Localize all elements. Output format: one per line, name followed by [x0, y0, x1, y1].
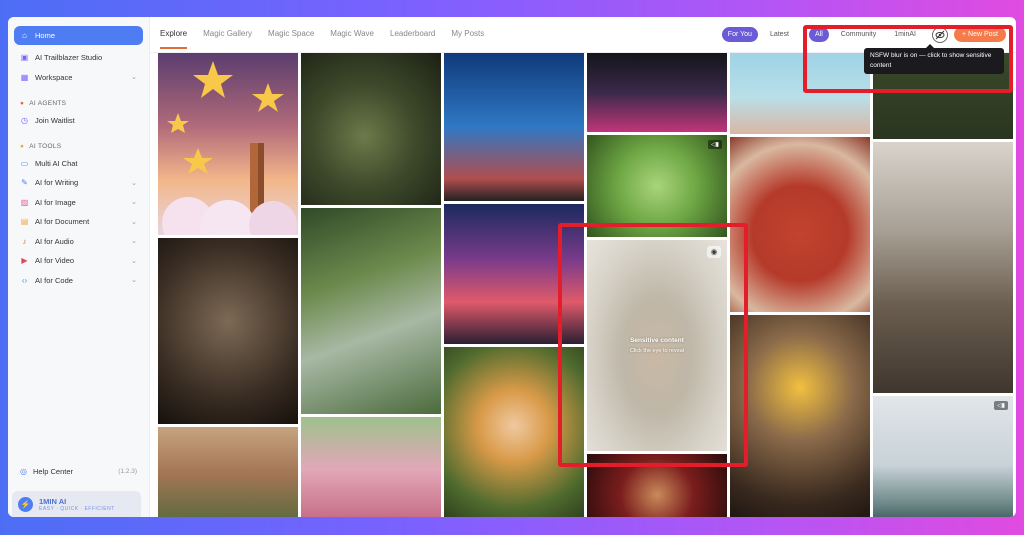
sidebar-item-label: AI for Audio: [35, 236, 74, 246]
gallery-image[interactable]: [730, 137, 870, 312]
sidebar-item-label: Workspace: [35, 72, 73, 82]
gallery-image[interactable]: [444, 53, 584, 201]
video-badge-icon: ◁▮: [708, 140, 722, 149]
help-label: Help Center: [32, 466, 74, 476]
chevron-down-icon: ⌄: [131, 257, 137, 265]
workspace-icon: ▦: [20, 72, 29, 82]
sidebar-item-label: AI for Code: [35, 275, 73, 285]
tab-leaderboard[interactable]: Leaderboard: [390, 20, 435, 49]
sidebar-item-ai-video[interactable]: ▶ AI for Video ⌄: [14, 251, 143, 270]
gallery-image[interactable]: ◁▮: [587, 135, 727, 237]
sidebar-item-home[interactable]: ⌂ Home: [14, 26, 143, 45]
sidebar-item-label: AI for Image: [35, 197, 76, 207]
section-label: AI AGENTS: [29, 99, 67, 107]
gallery-image[interactable]: ◁▮: [873, 396, 1013, 517]
sidebar-item-label: AI for Video: [35, 256, 75, 265]
tab-my-posts[interactable]: My Posts: [451, 20, 484, 49]
brand-logo-icon: ⚡: [18, 496, 33, 512]
sidebar-item-join-waitlist[interactable]: ◷ Join Waitlist: [14, 111, 143, 130]
sidebar-item-ai-writing[interactable]: ✎ AI for Writing ⌄: [14, 173, 143, 192]
tools-icon: ●: [20, 142, 25, 150]
main-content: Explore Magic Gallery Magic Space Magic …: [150, 17, 1016, 517]
tab-explore[interactable]: Explore: [160, 20, 188, 49]
tab-magic-gallery[interactable]: Magic Gallery: [203, 20, 252, 49]
home-icon: ⌂: [22, 31, 27, 40]
sidebar-item-label: AI Trailblazer Studio: [35, 53, 103, 62]
chevron-down-icon: ⌄: [131, 277, 137, 284]
clock-icon: ◷: [21, 115, 28, 125]
gallery-image[interactable]: [158, 53, 298, 235]
sidebar-item-ai-code[interactable]: ‹› AI for Code ⌄: [14, 271, 143, 290]
video-icon: ▶: [21, 256, 28, 265]
sidebar-item-ai-image[interactable]: ▨ AI for Image ⌄: [14, 193, 143, 212]
sidebar-item-multi-ai-chat[interactable]: ▭ Multi AI Chat: [14, 154, 143, 173]
chevron-down-icon: ⌄: [131, 179, 137, 187]
section-ai-agents: ● AI AGENTS: [14, 96, 143, 111]
brand-name: 1MIN AI: [39, 496, 67, 506]
highlight-sensitive-tile: [558, 223, 748, 467]
sidebar: ⌂ Home ▣ AI Trailblazer Studio ▦ Workspa…: [8, 17, 150, 517]
help-center[interactable]: ◎ Help Center (1.2.3): [14, 463, 143, 479]
sidebar-item-studio[interactable]: ▣ AI Trailblazer Studio: [14, 48, 143, 67]
sidebar-item-workspace[interactable]: ▦ Workspace ⌄: [14, 68, 143, 87]
agents-icon: ●: [20, 99, 25, 107]
code-icon: ‹›: [21, 275, 28, 285]
sidebar-item-label: Join Waitlist: [35, 115, 75, 125]
for-you-toggle[interactable]: For You: [721, 27, 758, 42]
chevron-down-icon: ⌄: [131, 199, 137, 206]
chevron-down-icon: ⌄: [131, 74, 137, 81]
tab-bar: Explore Magic Gallery Magic Space Magic …: [160, 20, 484, 49]
gallery-image[interactable]: [730, 315, 870, 517]
sidebar-item-ai-document[interactable]: ▤ AI for Document ⌄: [14, 212, 143, 231]
stars-artwork: [162, 61, 297, 235]
highlight-nsfw-toggle: [803, 25, 1013, 93]
section-label: AI TOOLS: [29, 142, 62, 150]
tab-magic-space[interactable]: Magic Space: [268, 20, 314, 49]
chevron-down-icon: ⌄: [131, 238, 137, 245]
video-badge-icon: ◁▮: [994, 401, 1008, 410]
gallery-image[interactable]: [873, 142, 1013, 393]
gallery-image[interactable]: [158, 427, 298, 517]
image-icon: ▨: [20, 197, 29, 207]
gallery-image[interactable]: [587, 53, 727, 132]
sidebar-item-label: AI for Writing: [35, 178, 79, 187]
help-icon: ◎: [20, 466, 27, 476]
gallery-image[interactable]: [158, 238, 298, 424]
sidebar-item-label: Home: [35, 31, 56, 40]
gallery-image[interactable]: [301, 53, 441, 205]
section-ai-tools: ● AI TOOLS: [14, 139, 143, 154]
audio-icon: ♪: [22, 236, 27, 246]
brand-tagline: EASY · QUICK · EFFICIENT: [39, 505, 115, 512]
sidebar-item-ai-audio[interactable]: ♪ AI for Audio ⌄: [14, 232, 143, 251]
chevron-down-icon: ⌄: [131, 218, 137, 226]
tab-magic-wave[interactable]: Magic Wave: [330, 20, 374, 49]
version-label: (1.2.3): [118, 467, 137, 475]
chat-icon: ▭: [20, 158, 29, 168]
app-window: ⌂ Home ▣ AI Trailblazer Studio ▦ Workspa…: [8, 17, 1016, 517]
gallery-image[interactable]: [301, 417, 441, 517]
brand-card[interactable]: ⚡ 1MIN AI EASY · QUICK · EFFICIENT: [12, 491, 141, 517]
document-icon: ▤: [20, 217, 29, 226]
writing-icon: ✎: [21, 178, 28, 187]
sidebar-item-label: Multi AI Chat: [35, 158, 78, 168]
sidebar-item-label: AI for Document: [35, 217, 90, 226]
studio-icon: ▣: [20, 53, 29, 62]
gallery-image[interactable]: [301, 208, 441, 414]
latest-toggle[interactable]: Latest: [764, 27, 795, 42]
